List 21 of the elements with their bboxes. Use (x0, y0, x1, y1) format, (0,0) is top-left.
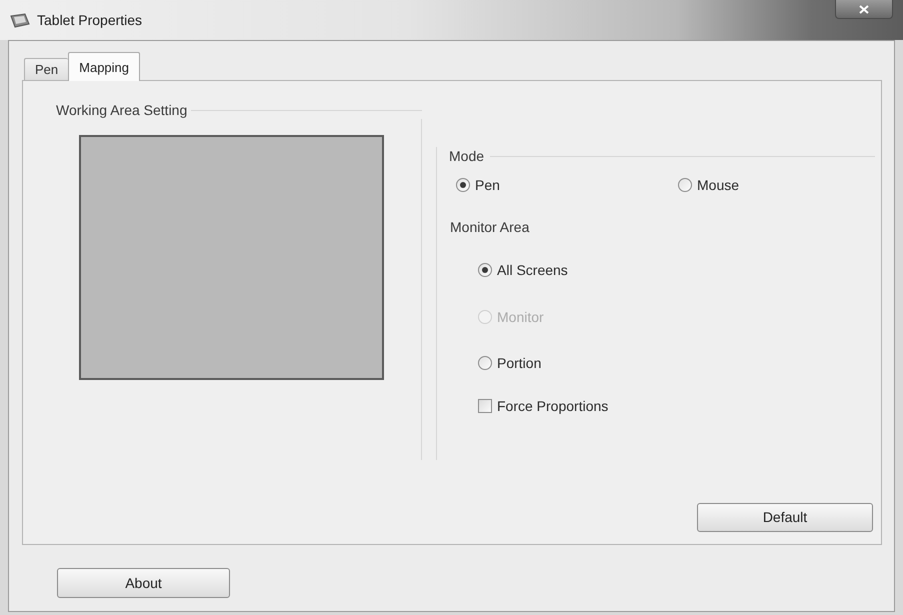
group-title: Mode (449, 146, 484, 166)
group-title: Working Area Setting (56, 100, 188, 120)
tablet-icon (10, 12, 30, 28)
default-button[interactable]: Default (697, 503, 873, 532)
checkbox[interactable] (478, 399, 492, 413)
close-button[interactable] (835, 0, 893, 19)
checkbox-option[interactable]: Force Proportions (478, 397, 608, 415)
tab[interactable]: Mapping (68, 52, 140, 81)
close-icon (859, 4, 869, 14)
tab[interactable]: Pen (24, 58, 68, 80)
window-title: Tablet Properties (37, 10, 142, 30)
radio-option[interactable]: Pen (456, 176, 500, 194)
about-button[interactable]: About (57, 568, 230, 598)
radio-button[interactable] (478, 356, 492, 370)
radio-button[interactable] (456, 178, 470, 192)
radio-option[interactable]: Mouse (678, 176, 740, 194)
radio-option[interactable]: All Screens (478, 261, 568, 279)
group-title: Monitor Area (450, 218, 530, 236)
radio-option[interactable]: Portion (478, 354, 542, 372)
radio-button[interactable] (678, 178, 692, 192)
radio-button[interactable] (478, 263, 492, 277)
